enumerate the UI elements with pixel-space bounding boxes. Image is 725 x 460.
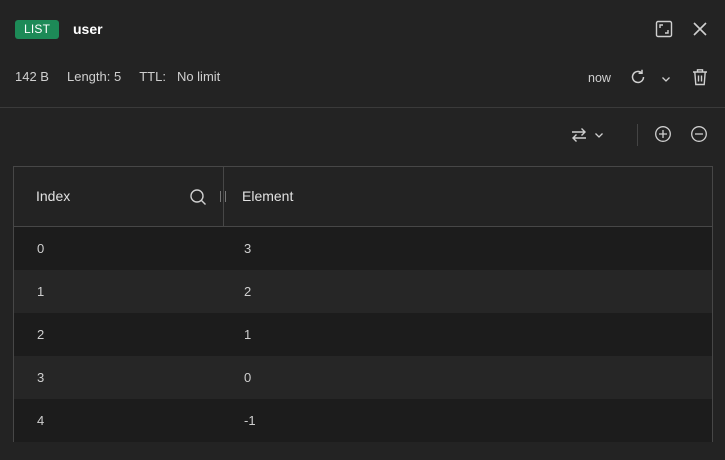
search-index-button[interactable] <box>187 186 209 208</box>
row-element[interactable]: 2 <box>244 270 251 313</box>
table-row[interactable]: 1 2 <box>14 270 712 313</box>
trash-icon <box>693 69 707 86</box>
search-icon <box>190 189 206 205</box>
key-size: 142 B <box>15 69 49 84</box>
key-header: LIST user 142 B Length: 5 TTL: No limit … <box>0 0 725 108</box>
auto-refresh-dropdown[interactable] <box>659 72 673 86</box>
column-header-element[interactable]: Element <box>242 167 293 226</box>
fullscreen-button[interactable] <box>653 18 675 40</box>
key-name[interactable]: user <box>73 20 103 39</box>
key-length: Length: 5 <box>66 69 122 84</box>
ttl-label: TTL: <box>139 69 166 84</box>
row-index: 2 <box>37 327 45 342</box>
close-icon <box>693 22 707 36</box>
row-index: 0 <box>37 241 45 256</box>
refresh-button[interactable] <box>627 66 649 88</box>
refresh-icon <box>631 69 645 84</box>
row-index: 1 <box>37 284 45 299</box>
table-row[interactable]: 3 0 <box>14 356 712 399</box>
sort-order-button[interactable] <box>569 125 589 145</box>
delete-key-button[interactable] <box>690 66 710 88</box>
row-element[interactable]: 3 <box>244 227 251 270</box>
remove-element-button[interactable] <box>689 124 709 144</box>
plus-circle-icon <box>655 126 671 142</box>
table-row[interactable]: 4 -1 <box>14 399 712 442</box>
close-button[interactable] <box>689 18 711 40</box>
list-toolbar <box>0 108 725 166</box>
last-refresh-time: now <box>588 71 611 85</box>
minus-circle-icon <box>691 126 707 142</box>
column-header-index[interactable]: Index <box>36 167 70 226</box>
table-row[interactable]: 2 1 <box>14 313 712 356</box>
ttl-value[interactable]: No limit <box>177 68 220 86</box>
row-element[interactable]: -1 <box>244 399 256 442</box>
row-element[interactable]: 0 <box>244 356 251 399</box>
key-meta: 142 B Length: 5 TTL: No limit <box>15 68 220 86</box>
chevron-down-icon <box>595 133 603 138</box>
row-element[interactable]: 1 <box>244 313 251 356</box>
chevron-down-icon <box>662 77 670 82</box>
table-header: Index Element <box>14 167 712 227</box>
sort-order-dropdown[interactable] <box>593 129 605 141</box>
table-body: 0 3 1 2 2 1 3 0 4 -1 <box>14 227 712 442</box>
key-type-badge: LIST <box>15 20 60 39</box>
row-index: 4 <box>37 413 45 428</box>
toolbar-divider <box>637 124 638 146</box>
add-element-button[interactable] <box>653 124 673 144</box>
list-table: Index Element 0 3 1 2 2 1 3 0 4 -1 <box>13 166 713 442</box>
table-row[interactable]: 0 3 <box>14 227 712 270</box>
swap-icon <box>572 128 586 142</box>
fullscreen-icon <box>655 20 673 38</box>
row-index: 3 <box>37 370 45 385</box>
key-details-panel: LIST user 142 B Length: 5 TTL: No limit … <box>0 0 725 460</box>
